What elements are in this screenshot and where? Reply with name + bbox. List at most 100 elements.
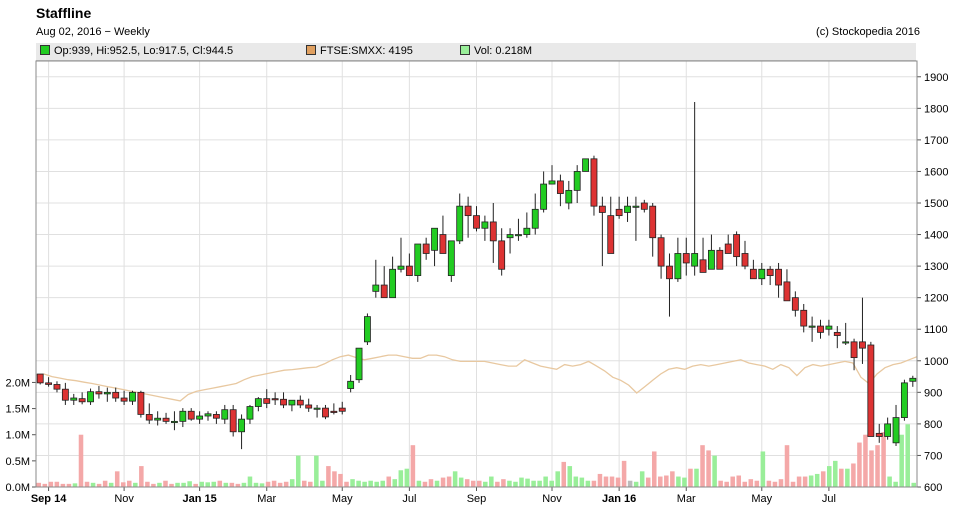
volume-bar — [422, 481, 428, 487]
candle-body — [179, 410, 187, 422]
volume-bar — [386, 476, 392, 487]
volume-bar — [772, 481, 778, 487]
candle-body — [666, 265, 673, 280]
candle-body — [422, 243, 430, 254]
x-tick-label: Jul — [402, 493, 416, 505]
y-tick-label: 1800 — [924, 103, 948, 115]
candle-body — [674, 253, 682, 280]
volume-bar — [350, 479, 355, 487]
volume-bar — [676, 476, 681, 487]
candle-body — [556, 180, 564, 194]
volume-bar — [145, 481, 150, 487]
y-tick-label: 1100 — [924, 324, 948, 336]
volume-bar — [796, 476, 802, 487]
candle-body — [364, 316, 371, 343]
volume-bar — [561, 461, 567, 487]
volume-bar — [748, 479, 754, 487]
candle-body — [649, 205, 657, 239]
volume-bar — [392, 479, 398, 487]
candle-body — [70, 397, 78, 401]
candle-body — [405, 265, 413, 276]
candle-body — [523, 227, 531, 235]
volume-bar — [308, 481, 313, 487]
candle-body — [632, 205, 640, 208]
volume-tick-label: 0.0M — [6, 482, 30, 494]
volume-bar — [573, 476, 579, 487]
volume-bar — [120, 482, 126, 487]
volume-bar — [211, 481, 217, 487]
y-tick-label: 1000 — [924, 356, 948, 368]
candle-body — [78, 398, 86, 403]
y-tick-label: 1200 — [924, 293, 948, 305]
candle-body — [741, 253, 749, 267]
volume-bar — [658, 476, 663, 487]
candle-body — [372, 284, 380, 292]
volume-bar — [277, 482, 283, 487]
candle-body — [884, 423, 892, 437]
candle-body — [473, 215, 480, 229]
volume-bar — [338, 473, 343, 487]
volume-bar — [875, 445, 880, 487]
volume-bar — [899, 434, 904, 487]
volume-bar — [513, 481, 518, 487]
volume-bar — [464, 479, 470, 487]
candle-body — [389, 268, 397, 299]
volume-bar — [410, 445, 416, 487]
x-tick-label: Jan 16 — [602, 493, 636, 505]
candle-body — [120, 397, 128, 402]
volume-tick-label: 1.0M — [6, 430, 30, 442]
volume-bar — [241, 482, 247, 487]
candle-body — [296, 399, 304, 406]
y-tick-label: 600 — [924, 482, 942, 494]
volume-bar — [90, 482, 96, 487]
volume-bar — [851, 463, 856, 487]
candle-body — [196, 415, 204, 420]
volume-bar — [706, 450, 711, 487]
candle-body — [607, 215, 615, 254]
candle-body — [103, 391, 111, 395]
candle-body — [87, 391, 94, 403]
candle-body — [53, 384, 61, 390]
candle-body — [221, 409, 229, 420]
y-tick-label: 1700 — [924, 135, 948, 147]
volume-bar — [84, 481, 90, 487]
volume-bar — [712, 455, 717, 487]
candle-body — [565, 189, 573, 204]
candle-body — [615, 208, 623, 217]
volume-bar — [760, 451, 766, 487]
volume-bar — [603, 476, 609, 487]
candle-body — [582, 158, 589, 172]
volume-bar — [537, 480, 542, 487]
volume-bar — [217, 480, 223, 487]
volume-bar — [621, 460, 627, 487]
candle-body — [733, 234, 741, 258]
candle-body — [624, 205, 631, 213]
volume-bar — [175, 482, 180, 487]
candle-body — [464, 205, 472, 217]
volume-bar — [525, 478, 530, 487]
volume-bar — [187, 481, 192, 487]
candle-body — [439, 234, 447, 254]
candle-body — [808, 325, 816, 328]
volume-bar — [470, 480, 476, 487]
candle-body — [305, 404, 313, 409]
x-tick-label: Mar — [677, 493, 696, 505]
volume-bar — [845, 468, 850, 487]
candle-body — [162, 417, 170, 422]
volume-bar — [555, 471, 560, 487]
volume-bar — [489, 476, 494, 487]
volume-bar — [700, 445, 705, 487]
candle-body — [531, 208, 539, 229]
candle-body — [154, 417, 162, 421]
candle-body — [506, 234, 514, 239]
candle-body — [682, 253, 690, 264]
volume-bar — [259, 483, 265, 487]
candle-body — [212, 414, 220, 419]
volume-bar — [736, 475, 742, 487]
candle-body — [489, 221, 497, 242]
volume-bar — [428, 479, 434, 487]
volume-bar — [163, 480, 168, 487]
volume-bar — [314, 455, 319, 487]
candle-body — [204, 413, 212, 417]
candle-body — [397, 265, 405, 270]
